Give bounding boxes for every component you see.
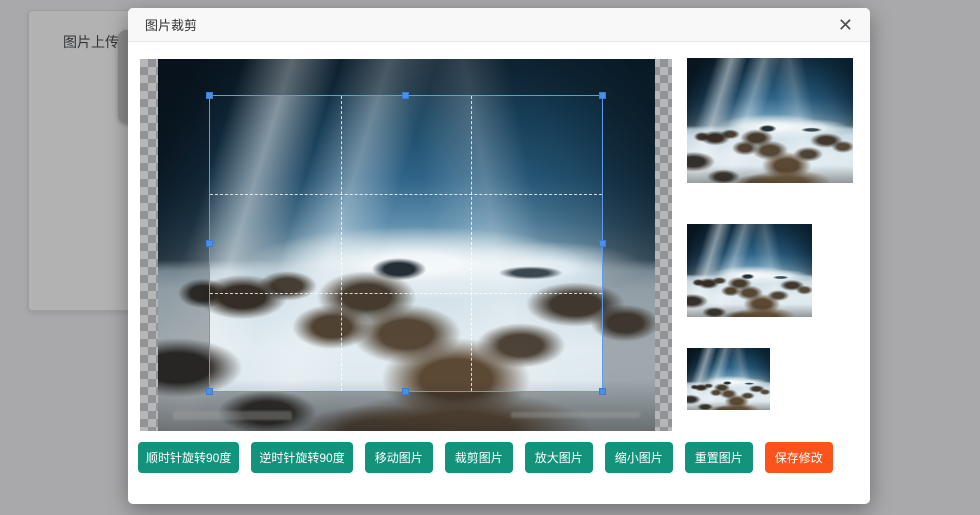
save-changes-button[interactable]: 保存修改: [765, 442, 833, 473]
modal-title: 图片裁剪: [145, 15, 197, 34]
modal-header: 图片裁剪 ✕: [128, 8, 870, 42]
crop-handle-w[interactable]: [206, 240, 213, 247]
crop-preview-small: [687, 348, 770, 410]
zoom-in-button[interactable]: 放大图片: [525, 442, 593, 473]
crop-preview-medium: [687, 224, 812, 317]
move-image-button[interactable]: 移动图片: [365, 442, 433, 473]
crop-handle-nw[interactable]: [206, 92, 213, 99]
zoom-out-button[interactable]: 缩小图片: [605, 442, 673, 473]
crop-preview-large: [687, 58, 853, 183]
crop-canvas[interactable]: [140, 59, 672, 431]
crop-grid-line: [471, 96, 472, 391]
image-crop-modal: 图片裁剪 ✕ 顺时针旋转90度 逆时针旋转90度 移动图片: [128, 8, 870, 504]
rotate-cw-button[interactable]: 顺时针旋转90度: [138, 442, 239, 473]
reset-image-button[interactable]: 重置图片: [685, 442, 753, 473]
crop-image-button[interactable]: 裁剪图片: [445, 442, 513, 473]
crop-box[interactable]: [209, 95, 603, 392]
crop-handle-ne[interactable]: [599, 92, 606, 99]
crop-grid-line: [341, 96, 342, 391]
crop-grid-line: [210, 194, 602, 195]
close-icon[interactable]: ✕: [838, 16, 853, 34]
crop-grid-line: [210, 293, 602, 294]
crop-handle-se[interactable]: [599, 388, 606, 395]
rotate-ccw-button[interactable]: 逆时针旋转90度: [251, 442, 352, 473]
watermark-left: [173, 411, 292, 420]
watermark-right: [511, 412, 640, 418]
crop-handle-n[interactable]: [402, 92, 409, 99]
crop-handle-e[interactable]: [599, 240, 606, 247]
crop-toolbar: 顺时针旋转90度 逆时针旋转90度 移动图片 裁剪图片 放大图片 缩小图片 重置…: [138, 442, 833, 473]
crop-handle-s[interactable]: [402, 388, 409, 395]
crop-handle-sw[interactable]: [206, 388, 213, 395]
